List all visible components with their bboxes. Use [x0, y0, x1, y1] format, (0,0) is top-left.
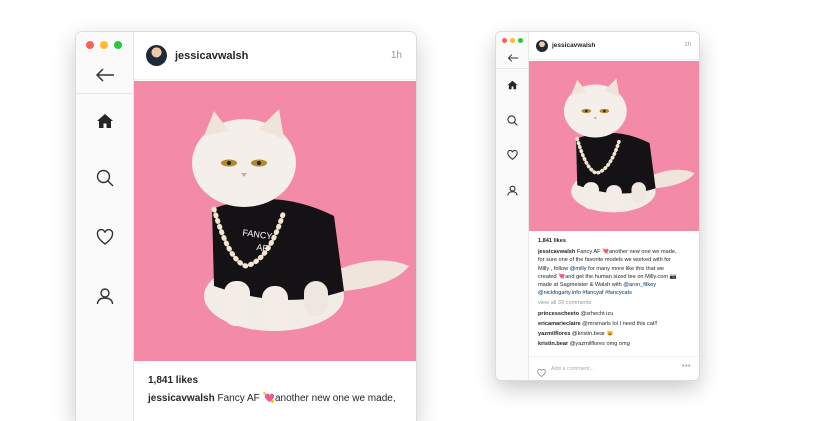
caption-line-5: made at Sagmeister & Walsh with — [538, 282, 622, 289]
caption-username-small[interactable]: jessicavwalsh — [538, 249, 575, 255]
caption-line-3b: for many more like this that we — [588, 265, 665, 272]
screenshot-stage: jessicavwalsh 1h FANCY AF 1,841 likes je… — [0, 0, 819, 421]
comment-text: @kristin.bear 😺 — [571, 331, 614, 338]
caption-tags-links[interactable]: @nickfogarty.info #fancyaf #fancycats — [538, 290, 632, 296]
caption-line-1: Fancy AF 💘another new one we made, — [576, 249, 677, 256]
post-time-small: 1h — [684, 42, 691, 48]
caption-line-3: Milly , follow — [538, 265, 569, 272]
mention-aron-link[interactable]: @aron_filkey — [623, 282, 656, 288]
close-button-small[interactable] — [502, 38, 507, 43]
search-icon[interactable] — [76, 165, 134, 191]
caption-line-4: created 💘and get the human sized tee on … — [538, 273, 677, 280]
likes-count-small[interactable]: 1,841 likes — [538, 237, 694, 245]
comment-username[interactable]: ericamarieclaire — [538, 321, 581, 327]
comment-username[interactable]: kristin.bear — [538, 341, 568, 347]
comment-text: @srhecht izu — [580, 310, 614, 317]
search-icon[interactable] — [496, 113, 529, 127]
close-button[interactable] — [86, 41, 94, 49]
comment-bar: Add a comment... ••• — [529, 356, 699, 380]
cat-photo-image: FANCY AF — [134, 81, 416, 361]
comment-username[interactable]: yazmilflores — [538, 331, 570, 337]
heart-icon[interactable] — [76, 224, 134, 250]
post-panel: jessicavwalsh 1h FANCY AF 1,841 likes je… — [134, 32, 416, 421]
comment-row: kristin.bear @yazmilflores omg omg — [538, 340, 694, 348]
zoom-button[interactable] — [114, 41, 122, 49]
sidebar-divider — [76, 93, 134, 94]
caption-text: Fancy AF 💘another new one we made, — [217, 393, 396, 404]
window-controls-small — [502, 38, 523, 43]
back-arrow-icon[interactable] — [496, 51, 529, 65]
post-username-small[interactable]: jessicavwalsh — [552, 42, 595, 49]
post-username[interactable]: jessicavwalsh — [175, 50, 248, 62]
avatar[interactable] — [536, 40, 548, 52]
minimize-button[interactable] — [100, 41, 108, 49]
large-app-window: jessicavwalsh 1h FANCY AF 1,841 likes je… — [76, 32, 416, 421]
comment-text: @yazmilflores omg omg — [569, 341, 630, 348]
mention-milly-link[interactable]: @milly — [570, 266, 587, 272]
likes-count[interactable]: 1,841 likes — [148, 375, 198, 386]
post-details-small: 1,841 likes jessicavwalsh Fancy AF 💘anot… — [538, 237, 694, 350]
shirt-text-af: AF — [256, 242, 269, 254]
sidebar-divider-small — [496, 68, 529, 69]
cat-photo-image-small — [529, 61, 699, 231]
minimize-button-small[interactable] — [510, 38, 515, 43]
comment-row: princesscheeto @srhecht izu — [538, 310, 694, 318]
window-controls — [86, 41, 122, 49]
comment-row: yazmilflores @kristin.bear 😺 — [538, 330, 694, 338]
sidebar — [76, 32, 134, 421]
comment-row: ericamarieclaire @mrsmarls lol I need th… — [538, 320, 694, 328]
more-options-icon[interactable]: ••• — [682, 363, 691, 370]
sidebar-small — [496, 32, 529, 380]
avatar[interactable] — [146, 45, 167, 66]
post-header-small: jessicavwalsh 1h — [529, 32, 699, 60]
profile-icon[interactable] — [76, 283, 134, 309]
view-all-comments-link[interactable]: view all 39 comments — [538, 299, 694, 307]
back-arrow-icon[interactable] — [76, 62, 134, 88]
post-caption: jessicavwalsh Fancy AF 💘another new one … — [148, 393, 396, 404]
zoom-button-small[interactable] — [518, 38, 523, 43]
profile-icon[interactable] — [496, 183, 529, 197]
post-photo-small[interactable] — [529, 61, 699, 231]
post-header: jessicavwalsh 1h — [134, 32, 416, 80]
post-photo[interactable]: FANCY AF — [134, 81, 416, 361]
home-icon[interactable] — [496, 78, 529, 92]
home-icon[interactable] — [76, 108, 134, 134]
caption-username[interactable]: jessicavwalsh — [148, 393, 215, 404]
caption-line-2: for sure one of the favorite models we w… — [538, 257, 671, 264]
caption-block: jessicavwalsh Fancy AF 💘another new one … — [538, 248, 694, 297]
comment-username[interactable]: princesscheeto — [538, 311, 579, 317]
post-panel-small: jessicavwalsh 1h 1,841 likes jessicavwal… — [529, 32, 699, 380]
add-comment-input[interactable]: Add a comment... — [551, 366, 594, 372]
comment-text: @mrsmarls lol I need this cat!! — [582, 320, 658, 327]
post-time: 1h — [390, 50, 402, 61]
like-heart-icon[interactable] — [537, 364, 546, 380]
small-app-window: jessicavwalsh 1h 1,841 likes jessicavwal… — [496, 32, 699, 380]
heart-icon[interactable] — [496, 148, 529, 162]
